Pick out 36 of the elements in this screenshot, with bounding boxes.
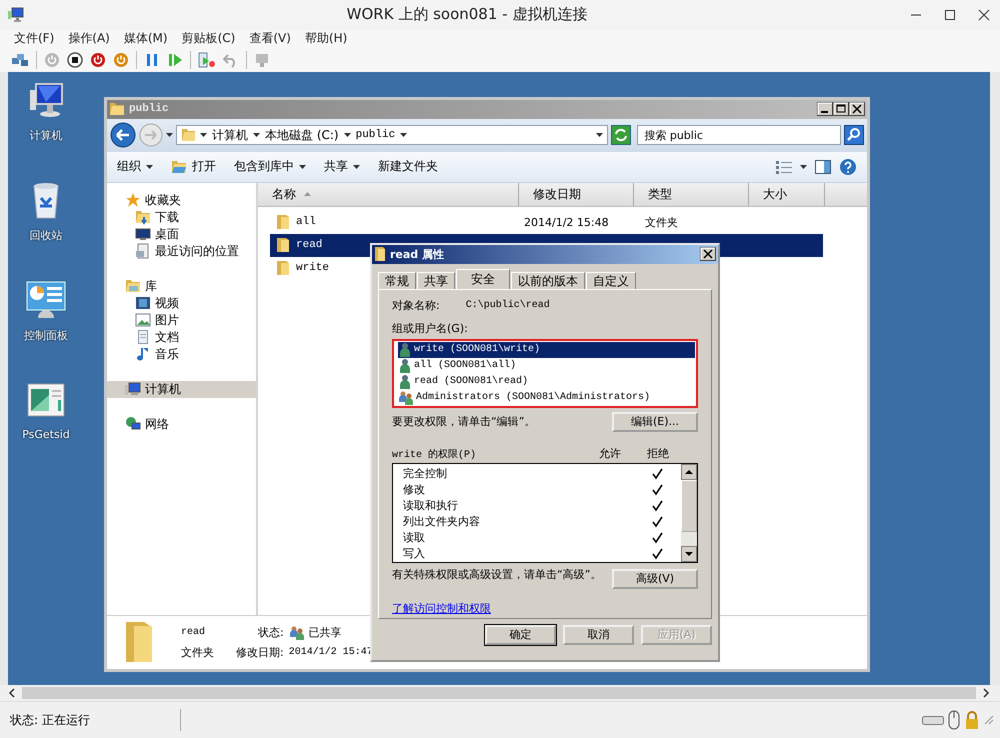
principal-name: Administrators (SOON081\Administrators)	[416, 392, 650, 404]
permission-name: 列出文件夹内容	[402, 514, 481, 530]
file-name: write	[296, 262, 330, 274]
item-name: read	[181, 627, 206, 638]
field-value: 已共享	[308, 625, 342, 640]
dialog-title: read 属性	[390, 246, 446, 262]
object-path: C:\public\read	[466, 300, 550, 311]
permission-name: 读取	[402, 530, 426, 546]
hint-text: 有关特殊权限或高级设置，请单击“高级”。	[392, 568, 602, 581]
hint-text: 要更改权限，请单击“编辑”。	[392, 414, 536, 430]
status-text: 状态: 正在运行	[10, 709, 181, 732]
permission-name: 读取和执行	[402, 498, 459, 514]
permission-name: 修改	[402, 482, 426, 498]
permission-name: 写入	[402, 546, 426, 562]
list-label: write 的权限(P)	[392, 448, 478, 461]
file-name: all	[296, 216, 316, 228]
field-label: 修改日期:	[236, 644, 284, 660]
principal-name: read (SOON081\read)	[414, 376, 528, 388]
list-label: 组或用户名(G):	[392, 320, 469, 336]
column-label: 拒绝	[646, 446, 670, 461]
column-label: 大小	[763, 186, 787, 203]
column-label: 名称	[272, 186, 296, 203]
item-type: 文件夹	[181, 644, 214, 660]
column-label: 修改日期	[533, 186, 581, 203]
column-label: 允许	[598, 446, 622, 461]
window-title: WORK 上的 soon081 - 虚拟机连接	[346, 5, 588, 24]
file-name: read	[296, 239, 322, 252]
column-label: 类型	[648, 186, 672, 203]
window-title: public	[129, 103, 170, 116]
file-type: 文件夹	[644, 214, 679, 230]
field-label: 状态:	[258, 625, 284, 640]
field-label: 对象名称:	[392, 298, 440, 313]
permission-name: 完全控制	[402, 466, 448, 482]
modified-date: 2014/1/2 15:48	[523, 216, 610, 229]
principal-name: write (SOON081\write)	[414, 344, 540, 356]
principal-name: all (SOON081\all)	[414, 360, 516, 372]
